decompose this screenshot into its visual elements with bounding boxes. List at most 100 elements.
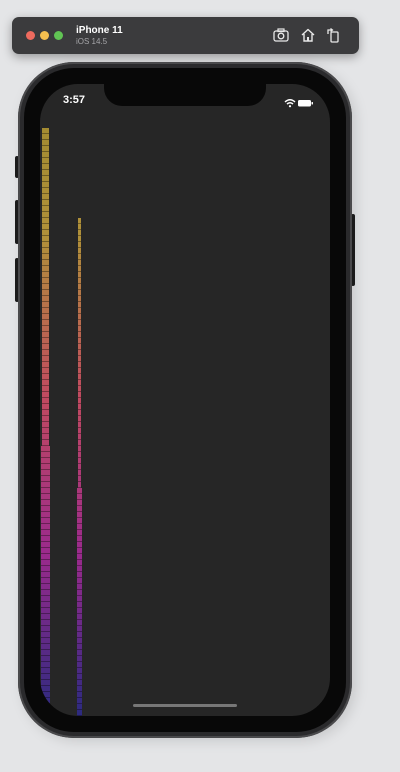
column-block: [41, 452, 50, 458]
column-block: [77, 530, 82, 536]
column-block: [78, 386, 81, 392]
column-block: [42, 194, 49, 200]
column-block: [77, 602, 82, 608]
column-block: [77, 668, 82, 674]
column-block: [41, 692, 50, 698]
column-block: [42, 212, 49, 218]
column-block: [42, 434, 49, 440]
column-block: [78, 236, 81, 242]
minimize-window-button[interactable]: [40, 31, 49, 40]
column-block: [78, 248, 81, 254]
column-block: [77, 500, 82, 506]
column-block: [41, 566, 50, 572]
column-block: [42, 440, 49, 446]
column-block: [78, 440, 81, 446]
column-block: [42, 284, 49, 290]
column-block: [78, 242, 81, 248]
column-block: [42, 176, 49, 182]
column-block: [78, 482, 81, 488]
column-block: [77, 536, 82, 542]
column-block: [41, 686, 50, 692]
zoom-window-button[interactable]: [54, 31, 63, 40]
column-block: [42, 248, 49, 254]
column-block: [41, 560, 50, 566]
column-block: [42, 308, 49, 314]
column-block: [41, 578, 50, 584]
column-block: [41, 608, 50, 614]
column-block: [41, 620, 50, 626]
column-block: [42, 338, 49, 344]
column-block: [41, 470, 50, 476]
column-block: [41, 596, 50, 602]
column-block: [42, 260, 49, 266]
column-block: [42, 218, 49, 224]
column-block: [78, 362, 81, 368]
screenshot-button[interactable]: [272, 26, 290, 44]
column-block: [41, 662, 50, 668]
column-block: [78, 272, 81, 278]
column-block: [42, 386, 49, 392]
column-block: [42, 410, 49, 416]
column-block: [77, 632, 82, 638]
column-block: [77, 524, 82, 530]
column-block: [77, 590, 82, 596]
column-block: [77, 692, 82, 698]
column-block: [42, 344, 49, 350]
home-indicator[interactable]: [133, 704, 237, 707]
column-block: [77, 542, 82, 548]
column-block: [42, 152, 49, 158]
column-block: [78, 374, 81, 380]
column-block: [41, 530, 50, 536]
column-block: [42, 200, 49, 206]
column-block: [77, 686, 82, 692]
left-column: [41, 128, 50, 716]
rotate-button[interactable]: [324, 26, 342, 44]
column-block: [78, 314, 81, 320]
column-block: [41, 650, 50, 656]
column-block: [42, 146, 49, 152]
column-block: [77, 662, 82, 668]
column-block: [42, 404, 49, 410]
column-block: [42, 236, 49, 242]
column-block: [42, 398, 49, 404]
column-block: [42, 230, 49, 236]
status-icons: [284, 95, 314, 113]
notch: [104, 84, 266, 106]
home-icon: [301, 28, 315, 42]
column-block: [42, 272, 49, 278]
column-block: [42, 380, 49, 386]
column-block: [42, 278, 49, 284]
column-block: [78, 416, 81, 422]
column-block: [42, 140, 49, 146]
column-block: [41, 464, 50, 470]
column-block: [41, 446, 50, 452]
column-block: [77, 554, 82, 560]
column-block: [77, 620, 82, 626]
column-block: [42, 290, 49, 296]
column-block: [41, 698, 50, 704]
column-block: [42, 170, 49, 176]
column-block: [42, 332, 49, 338]
column-block: [78, 434, 81, 440]
app-screen[interactable]: 3:57: [40, 84, 330, 716]
column-block: [78, 308, 81, 314]
close-window-button[interactable]: [26, 31, 35, 40]
column-block: [41, 512, 50, 518]
column-block: [78, 344, 81, 350]
column-block: [78, 278, 81, 284]
home-button[interactable]: [299, 26, 317, 44]
column-block: [42, 326, 49, 332]
column-block: [78, 410, 81, 416]
column-block: [42, 422, 49, 428]
column-block: [41, 644, 50, 650]
column-block: [77, 704, 82, 710]
column-block: [77, 566, 82, 572]
column-block: [77, 578, 82, 584]
column-block: [78, 320, 81, 326]
column-block: [77, 572, 82, 578]
column-block: [78, 476, 81, 482]
device-name: iPhone 11: [76, 25, 123, 36]
column-block: [77, 644, 82, 650]
column-block: [42, 320, 49, 326]
column-block: [42, 254, 49, 260]
